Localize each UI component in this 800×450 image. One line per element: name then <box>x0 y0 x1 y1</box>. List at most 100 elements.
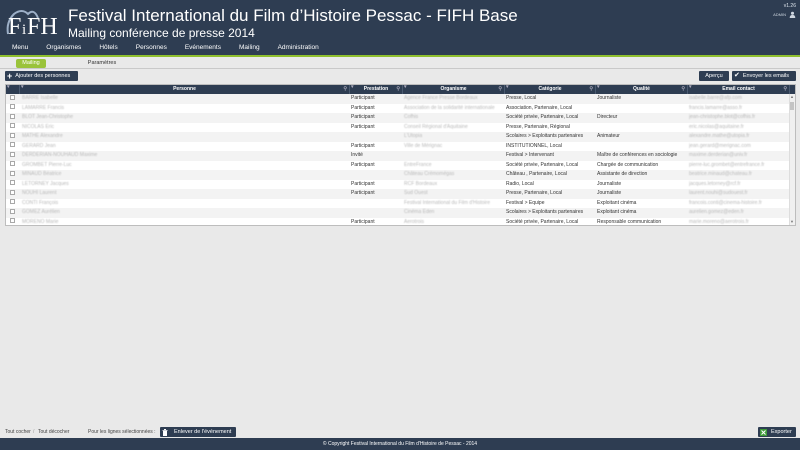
table-row[interactable]: MINAUD Béatrice Château Crémomégas Château… <box>6 170 790 180</box>
checkbox[interactable] <box>10 104 15 110</box>
checkbox[interactable] <box>10 218 15 224</box>
row-checkbox[interactable] <box>10 94 16 104</box>
cell-qualite <box>597 142 687 152</box>
table-scrollbar[interactable]: ▲ ▼ <box>789 94 795 225</box>
checkbox[interactable] <box>10 208 15 214</box>
remove-from-event-button[interactable]: Enlever de l'événement <box>160 427 236 437</box>
cell-organisme: Château Crémomégas <box>404 171 455 177</box>
checkbox[interactable] <box>10 132 15 138</box>
column-header-select[interactable]: ▾ <box>6 85 20 94</box>
sort-icon: ▾ <box>506 84 509 90</box>
menu-item-mailing[interactable]: Mailing <box>239 42 260 54</box>
checkbox[interactable] <box>10 123 15 129</box>
row-checkbox[interactable] <box>10 123 16 133</box>
row-checkbox[interactable] <box>10 132 16 142</box>
checkbox[interactable] <box>10 199 15 205</box>
filter-icon[interactable]: ⚲ <box>589 85 593 94</box>
row-checkbox[interactable] <box>10 189 16 199</box>
checkbox[interactable] <box>10 94 15 100</box>
cell-prestation: Participant <box>351 161 375 168</box>
table-row[interactable]: DERDERIAN-NOUHAUD Maxime Invité Festival >… <box>6 151 790 161</box>
trash-icon <box>162 428 168 436</box>
checkbox[interactable] <box>10 161 15 167</box>
row-checkbox[interactable] <box>10 170 16 180</box>
row-checkbox[interactable] <box>10 208 16 218</box>
cell-personne: DERDERIAN-NOUHAUD Maxime <box>22 152 98 158</box>
sort-icon: ▾ <box>351 84 354 90</box>
table-row[interactable]: BARRE Isabelle Participant Agence France P… <box>6 94 790 104</box>
table-row[interactable]: GOMEZ Aurélien Cinéma Eden Scolaires > Exp… <box>6 208 790 218</box>
checkbox[interactable] <box>10 151 15 157</box>
cell-email: marie.moreno@aerotrois.fr <box>689 218 749 225</box>
checkbox[interactable] <box>10 142 15 148</box>
sort-icon: ▾ <box>7 84 10 90</box>
column-header-prestation[interactable]: ▾ Prestation ⚲ <box>350 85 403 94</box>
cell-prestation: Invité <box>351 152 363 158</box>
cell-categorie: Presse, Local <box>506 95 537 101</box>
checkbox[interactable] <box>10 113 15 119</box>
check-all-link[interactable]: Tout cocher <box>5 429 31 435</box>
preview-button[interactable]: Aperçu <box>699 71 729 81</box>
cell-organisme: Association de la solidarité internation… <box>404 104 495 111</box>
column-header-email[interactable]: ▾ Email contact ⚲ <box>688 85 790 94</box>
table-row[interactable]: NICOLAS Eric Participant Conseil Régional … <box>6 122 790 133</box>
table-row[interactable]: GERARD Jean Participant Ville de Mérignac I… <box>6 141 790 152</box>
row-checkbox[interactable] <box>10 161 16 171</box>
row-checkbox[interactable] <box>10 142 16 152</box>
table-row[interactable]: NOUHI Laurent Participant Sud Ouest Presse,… <box>6 189 790 199</box>
table-row[interactable]: LETORNEY Jacques Participant RCF Bordeaux R… <box>6 179 790 190</box>
menu-item-personnes[interactable]: Personnes <box>136 42 167 54</box>
send-emails-button[interactable]: ✔ Envoyer les emails <box>732 71 796 81</box>
cell-personne: GERARD Jean <box>22 142 56 149</box>
column-header-personne[interactable]: ▾ Personne ⚲ <box>20 85 350 94</box>
filter-icon[interactable]: ⚲ <box>783 85 787 94</box>
table-row[interactable]: MORENO Marie Participant Aerotrois Société … <box>6 217 790 226</box>
cell-categorie: Société privée, Partenaire, Local <box>506 114 579 120</box>
cell-organisme: Agence France Presse Bordeaux <box>404 95 478 101</box>
add-persons-button[interactable]: + Ajouter des personnes <box>5 71 78 81</box>
table-row[interactable]: BLOT Jean-Christophe Participant Cofhis Soc… <box>6 113 790 123</box>
uncheck-all-link[interactable]: Tout décocher <box>38 429 69 435</box>
row-checkbox[interactable] <box>10 151 16 161</box>
cell-organisme <box>404 151 504 161</box>
filter-icon[interactable]: ⚲ <box>396 85 400 94</box>
tab-mailing[interactable]: Mailing <box>16 59 46 68</box>
table-row[interactable]: LAMARRE Francis Participant Association de… <box>6 103 790 114</box>
table-row[interactable]: GROMBET Pierre-Luc Participant EntreFrance… <box>6 160 790 171</box>
cell-categorie: Société privée, Partenaire, Local <box>506 161 579 168</box>
column-header-qualite[interactable]: ▾ Qualité ⚲ <box>596 85 688 94</box>
table-row[interactable]: MATHE Alexandre L'Utopia Scolaires > Explo… <box>6 132 790 142</box>
export-label: Exporter <box>771 429 792 435</box>
menu-item-organismes[interactable]: Organismes <box>46 42 81 54</box>
filter-icon[interactable]: ⚲ <box>498 85 502 94</box>
table-row[interactable]: CONTI François Festival International du … <box>6 198 790 209</box>
row-checkbox[interactable] <box>10 199 16 209</box>
checkbox[interactable] <box>10 180 15 186</box>
scroll-down-icon[interactable]: ▼ <box>789 219 795 225</box>
checkbox[interactable] <box>10 170 15 176</box>
row-checkbox[interactable] <box>10 180 16 190</box>
export-button[interactable]: Exporter <box>758 427 796 437</box>
menu-item-administration[interactable]: Administration <box>278 42 319 54</box>
column-header-categorie[interactable]: ▾ Catégorie ⚲ <box>505 85 596 94</box>
cell-qualite <box>597 123 687 133</box>
tab-parametres[interactable]: Paramètres <box>82 59 122 68</box>
scroll-thumb[interactable] <box>790 102 794 110</box>
cell-prestation: Participant <box>351 95 375 101</box>
filter-icon[interactable]: ⚲ <box>343 85 347 94</box>
column-label: Organisme <box>440 86 467 92</box>
menu-item-evenements[interactable]: Evénements <box>185 42 221 54</box>
checkbox[interactable] <box>10 189 15 195</box>
menu-item-hotels[interactable]: Hôtels <box>99 42 117 54</box>
footer-copyright: © Copyright Festival International du Fi… <box>0 438 800 450</box>
scroll-up-icon[interactable]: ▲ <box>789 94 795 100</box>
row-checkbox[interactable] <box>10 113 16 123</box>
row-checkbox[interactable] <box>10 218 16 226</box>
column-label: Prestation <box>363 86 389 92</box>
filter-icon[interactable]: ⚲ <box>681 85 685 94</box>
user-menu[interactable]: ADMIN <box>773 11 796 18</box>
column-header-organisme[interactable]: ▾ Organisme ⚲ <box>403 85 505 94</box>
column-label: Qualité <box>633 86 650 92</box>
row-checkbox[interactable] <box>10 104 16 114</box>
menu-item-menu[interactable]: Menu <box>12 42 28 54</box>
